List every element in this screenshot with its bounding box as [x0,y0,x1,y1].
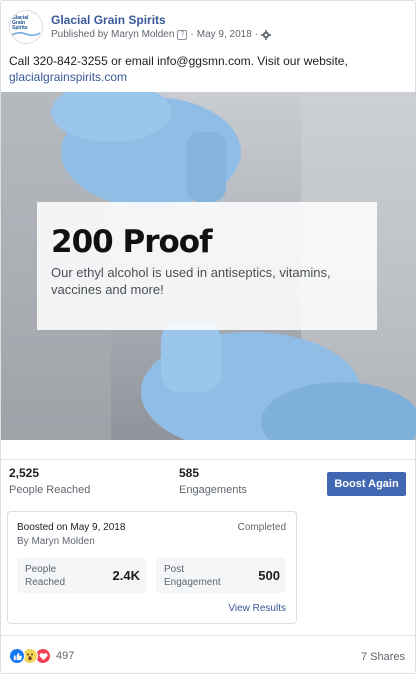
metric-label: People Reached [25,564,66,588]
divider [1,635,416,636]
boost-metric-people-reached: People Reached 2.4K [17,558,146,593]
post-header: Glacial Grain Spirits Glacial Grain Spir… [9,10,272,44]
metric-value: 2.4K [112,568,140,583]
engagements-stat[interactable]: 585 Engagements [179,466,247,498]
page-name-link[interactable]: Glacial Grain Spirits [51,13,271,28]
page-avatar[interactable]: Glacial Grain Spirits [9,10,43,44]
boost-status: Completed [237,522,286,533]
people-reached-label: People Reached [9,484,91,496]
post-subtitle: Published by Maryn Molden ? · May 9, 201… [51,28,272,42]
separator: · [190,28,194,40]
post-meta: Glacial Grain Spirits Published by Maryn… [51,13,272,42]
boost-again-button[interactable]: Boost Again [327,472,406,496]
like-icon [9,648,25,664]
separator: · [254,28,259,40]
boost-metric-post-engagement: Post Engagement 500 [156,558,286,593]
shares-count[interactable]: 7 Shares [361,651,405,663]
view-results-link[interactable]: View Results [228,603,286,614]
post-date[interactable]: May 9, 2018 [197,28,252,42]
logo-text: Glacial Grain Spirits [12,15,29,31]
post-image[interactable]: 200 Proof Our ethyl alcohol is used in a… [1,92,416,440]
boost-title: Boosted on May 9, 2018 [17,522,126,533]
image-caption: Our ethyl alcohol is used in antiseptics… [51,265,331,297]
metric-label: Post Engagement [164,564,221,588]
help-icon[interactable]: ? [177,29,188,40]
metric-value: 500 [258,568,280,583]
brand-logo: Glacial Grain Spirits [12,16,40,38]
website-link[interactable]: glacialgrainspirits.com [9,69,409,85]
engagements-value: 585 [179,466,200,480]
published-by[interactable]: Published by Maryn Molden [51,28,174,42]
post-stats: 2,525 People Reached 585 Engagements Boo… [9,466,409,500]
post-body: Call 320-842-3255 or email info@ggsmn.co… [9,53,409,85]
post-card: Glacial Grain Spirits Glacial Grain Spir… [0,0,416,674]
image-headline: 200 Proof [51,224,213,260]
reactions-summary[interactable]: 497 [9,648,74,664]
logo-swoosh-icon [12,31,40,37]
people-reached-stat[interactable]: 2,525 People Reached [9,466,90,498]
reaction-count: 497 [56,650,75,662]
boost-summary-panel: Boosted on May 9, 2018 By Maryn Molden C… [7,511,297,624]
boost-by: By Maryn Molden [17,536,95,547]
gear-icon[interactable] [261,29,272,40]
post-text: Call 320-842-3255 or email info@ggsmn.co… [9,54,348,68]
divider [1,459,416,460]
engagements-label: Engagements [179,484,247,496]
image-text-overlay: 200 Proof Our ethyl alcohol is used in a… [37,202,377,330]
people-reached-value: 2,525 [9,466,40,480]
